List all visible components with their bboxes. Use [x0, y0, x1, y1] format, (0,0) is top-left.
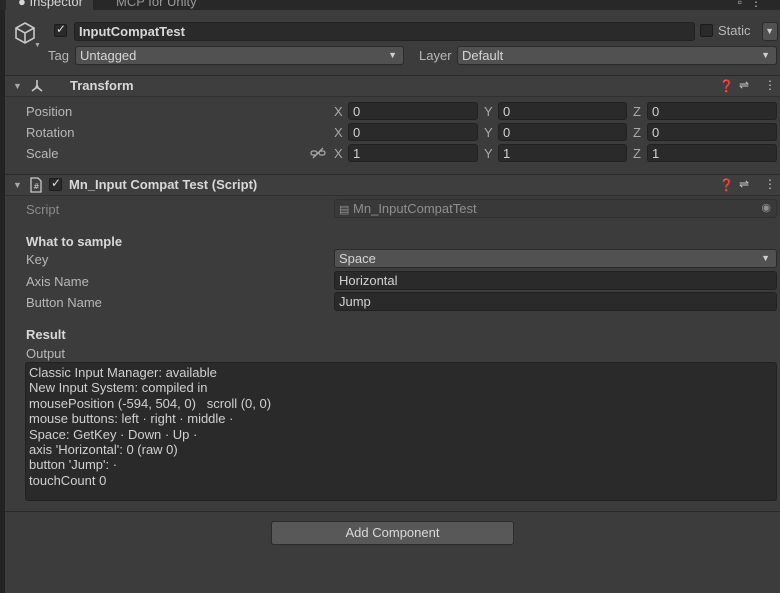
- object-name-text: InputCompatTest: [79, 24, 185, 39]
- axis-z-label[interactable]: Z: [633, 125, 641, 140]
- lock-icon[interactable]: ▫: [738, 0, 750, 9]
- icon-dropdown-caret-icon[interactable]: ▼: [34, 42, 41, 49]
- rotation-label: Rotation: [26, 125, 75, 140]
- script-enabled-checkbox[interactable]: [49, 176, 62, 191]
- output-line: New Input System: compiled in: [29, 380, 208, 396]
- script-component-title: Mn_Input Compat Test (Script): [69, 177, 258, 192]
- axis-x-label[interactable]: X: [334, 125, 343, 140]
- scale-label: Scale: [26, 146, 59, 161]
- position-y-field[interactable]: 0: [498, 102, 627, 120]
- axis-z-label[interactable]: Z: [633, 146, 641, 161]
- output-line: Space: GetKey · Down · Up ·: [29, 426, 198, 442]
- chevron-down-icon: ▼: [761, 253, 770, 263]
- key-value: Space: [339, 251, 376, 266]
- layer-label: Layer: [419, 48, 452, 63]
- tag-value: Untagged: [80, 48, 137, 63]
- static-dropdown[interactable]: ▼: [762, 22, 778, 41]
- output-line: button 'Jump': ·: [29, 457, 118, 473]
- position-z-field[interactable]: 0: [647, 102, 777, 120]
- key-dropdown[interactable]: Space ▼: [334, 249, 777, 268]
- axis-z-label[interactable]: Z: [633, 104, 641, 119]
- info-icon: ●: [18, 0, 26, 9]
- active-checkbox[interactable]: [54, 22, 67, 37]
- output-line: axis 'Horizontal': 0 (raw 0): [29, 442, 178, 458]
- layer-dropdown[interactable]: Default ▼: [457, 46, 777, 65]
- what-to-sample-header: What to sample: [26, 234, 123, 249]
- presets-icon[interactable]: ⇌: [739, 177, 749, 191]
- output-line: mousePosition (-594, 504, 0) scroll (0, …: [29, 395, 272, 411]
- script-icon: #: [30, 177, 42, 193]
- script-label: Script: [26, 202, 60, 217]
- key-label: Key: [26, 252, 49, 267]
- static-checkbox[interactable]: [700, 24, 713, 37]
- component-menu-icon[interactable]: ⋮: [764, 177, 776, 191]
- output-textarea[interactable]: Classic Input Manager: available New Inp…: [25, 362, 777, 501]
- constrain-proportions-icon[interactable]: [310, 147, 326, 159]
- axis-name-label: Axis Name: [26, 274, 89, 289]
- tab-bar: ● Inspector MCP for Unity ▫⋮: [0, 0, 780, 10]
- button-name-field[interactable]: Jump: [334, 292, 777, 311]
- chevron-down-icon: ▼: [388, 50, 397, 60]
- output-line: mouse buttons: left · right · middle ·: [29, 411, 234, 427]
- axis-name-field[interactable]: Horizontal: [334, 271, 777, 290]
- tag-dropdown[interactable]: Untagged ▼: [75, 46, 404, 65]
- chevron-down-icon: ▼: [761, 50, 770, 60]
- layer-value: Default: [462, 48, 504, 63]
- button-name-label: Button Name: [26, 295, 102, 310]
- axis-x-label[interactable]: X: [334, 104, 343, 119]
- script-value: Mn_InputCompatTest: [353, 201, 477, 216]
- object-name-field[interactable]: InputCompatTest: [74, 22, 695, 41]
- rotation-z-field[interactable]: 0: [647, 123, 777, 141]
- tab-inspector-label: Inspector: [29, 0, 83, 9]
- static-label: Static: [718, 23, 751, 38]
- divider: [5, 511, 780, 512]
- tab-mcp-for-unity[interactable]: MCP for Unity: [116, 0, 197, 10]
- scale-x-field[interactable]: 1: [348, 144, 478, 162]
- help-icon[interactable]: ❓: [719, 79, 734, 93]
- transform-foldout-icon[interactable]: ▼: [13, 81, 22, 91]
- tab-mcp-label: MCP for Unity: [116, 0, 197, 9]
- position-label: Position: [26, 104, 73, 119]
- tab-inspector[interactable]: ● Inspector: [6, 0, 93, 10]
- axis-y-label[interactable]: Y: [484, 146, 493, 161]
- help-icon[interactable]: ❓: [719, 178, 734, 192]
- presets-icon[interactable]: ⇌: [739, 78, 749, 92]
- add-component-button[interactable]: Add Component: [271, 521, 514, 545]
- component-menu-icon[interactable]: ⋮: [764, 78, 776, 92]
- object-picker-icon[interactable]: ◉: [761, 200, 771, 217]
- output-label: Output: [26, 346, 66, 361]
- script-foldout-icon[interactable]: ▼: [13, 180, 22, 190]
- rotation-x-field[interactable]: 0: [348, 123, 478, 141]
- axis-y-label[interactable]: Y: [484, 104, 493, 119]
- axis-y-label[interactable]: Y: [484, 125, 493, 140]
- window-controls[interactable]: ▫⋮: [738, 0, 770, 10]
- script-file-icon: ▤: [339, 204, 350, 216]
- output-line: Classic Input Manager: available: [29, 365, 217, 380]
- rotation-y-field[interactable]: 0: [498, 123, 627, 141]
- transform-icon: [31, 80, 43, 92]
- script-object-field[interactable]: ▤ Mn_InputCompatTest ◉: [334, 199, 777, 218]
- scale-y-field[interactable]: 1: [498, 144, 627, 162]
- scale-z-field[interactable]: 1: [647, 144, 777, 162]
- window-menu-icon[interactable]: ⋮: [750, 0, 770, 9]
- output-line: touchCount 0: [29, 472, 107, 488]
- position-x-field[interactable]: 0: [348, 102, 478, 120]
- tag-label: Tag: [48, 48, 69, 63]
- result-header: Result: [26, 327, 66, 342]
- svg-text:#: #: [33, 182, 40, 191]
- axis-x-label[interactable]: X: [334, 146, 343, 161]
- transform-title: Transform: [70, 78, 134, 93]
